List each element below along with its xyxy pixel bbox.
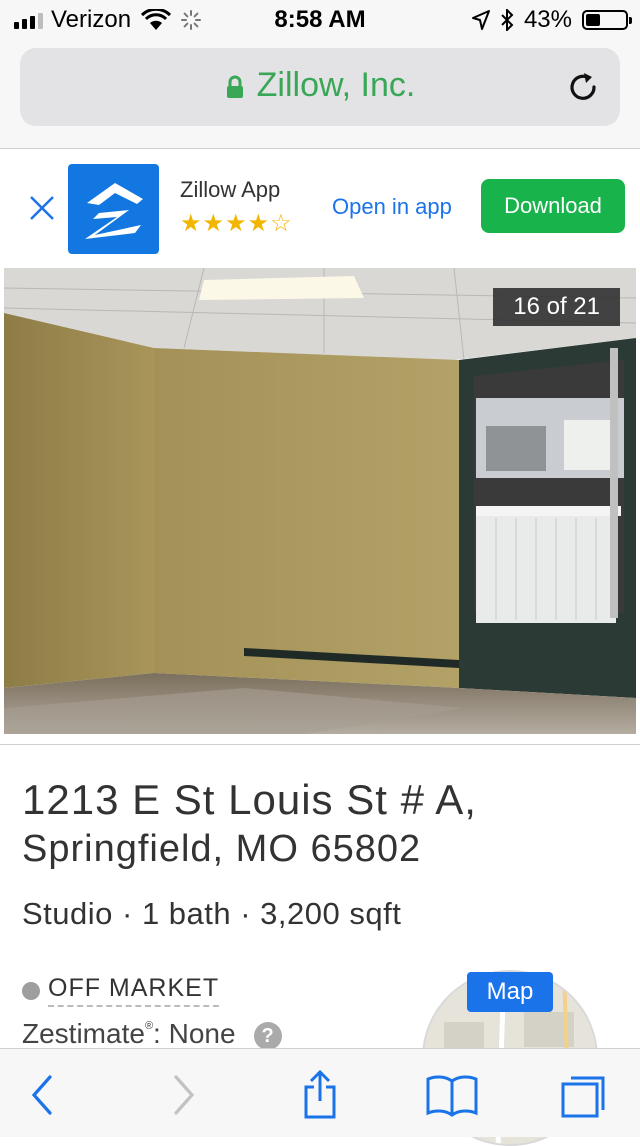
star-filled-icon: ★ — [247, 210, 271, 237]
zillow-logo-icon[interactable] — [68, 164, 159, 254]
battery-percent: 43% — [523, 6, 572, 33]
star-filled-icon: ★ — [225, 210, 248, 237]
divider — [0, 744, 640, 745]
star-filled-icon: ★ — [180, 210, 203, 237]
zestimate-mark: ® — [144, 1020, 154, 1032]
download-button[interactable]: Download — [481, 179, 625, 233]
site-name: Zillow, Inc. — [256, 66, 416, 104]
app-rating-stars: ★★★★☆ — [180, 209, 293, 238]
browser-address-area: Zillow, Inc. — [0, 40, 640, 149]
close-icon[interactable] — [28, 194, 56, 222]
battery-fill — [586, 14, 601, 26]
room-photo-image — [4, 268, 636, 734]
star-filled-icon: ★ — [202, 210, 226, 237]
back-icon — [31, 1075, 52, 1115]
reload-icon[interactable] — [566, 70, 600, 104]
status-bar: Verizon 8:58 AM 43% — [0, 0, 640, 40]
forward-icon — [174, 1075, 195, 1115]
tabs-button[interactable] — [556, 1069, 612, 1121]
star-empty-icon: ☆ — [270, 210, 293, 237]
bookmarks-button[interactable] — [424, 1069, 480, 1121]
open-in-app-link[interactable]: Open in app — [332, 194, 452, 220]
status-dot — [22, 981, 40, 1000]
app-banner: Zillow App ★★★★☆ Open in app Download — [0, 149, 640, 267]
share-icon — [304, 1069, 336, 1119]
battery-icon — [582, 10, 632, 30]
location-icon — [471, 10, 490, 30]
listing-photo[interactable]: 16 of 21 — [4, 268, 636, 734]
help-icon[interactable]: ? — [253, 1022, 282, 1050]
forward-button[interactable] — [155, 1069, 211, 1121]
bookmarks-icon — [426, 1075, 478, 1117]
address-text-wrap: Zillow, Inc. — [20, 66, 620, 105]
map-button[interactable]: Map — [467, 972, 553, 1012]
status-text[interactable]: OFF MARKET — [48, 974, 220, 1007]
listing-facts: Studio · 1 bath · 3,200 sqft — [22, 896, 402, 931]
address-line1: 1213 E St Louis St # A, — [22, 776, 477, 823]
address-line2: Springfield, MO 65802 — [22, 828, 422, 870]
zestimate-label: Zestimate — [22, 1018, 145, 1049]
browser-toolbar — [0, 1048, 640, 1137]
status-right: 43% — [471, 6, 632, 34]
address-bar[interactable]: Zillow, Inc. — [20, 48, 620, 126]
zestimate-value: : None — [153, 1018, 236, 1049]
photo-counter: 16 of 21 — [493, 288, 620, 326]
back-button[interactable] — [15, 1069, 71, 1121]
share-button[interactable] — [292, 1069, 348, 1121]
app-name: Zillow App — [180, 177, 281, 202]
bluetooth-icon — [501, 9, 514, 31]
listing-status[interactable]: OFF MARKET — [22, 974, 220, 1007]
lock-icon — [226, 75, 243, 99]
zestimate: Zestimate ®: None ? — [22, 1018, 282, 1050]
tabs-icon — [561, 1076, 605, 1118]
